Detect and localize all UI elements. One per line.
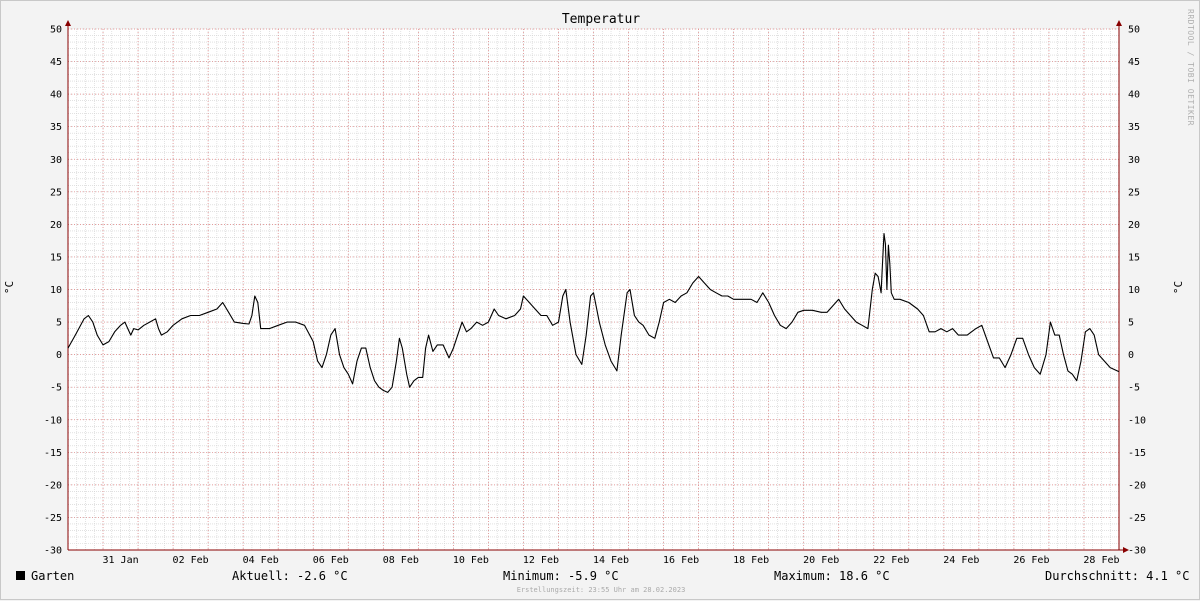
- y-tick-label-right: 15: [1128, 252, 1140, 263]
- y-tick-label-right: 35: [1128, 122, 1140, 133]
- x-tick-label: 06 Feb: [313, 555, 349, 566]
- x-tick-label: 28 Feb: [1083, 555, 1119, 566]
- x-tick-label: 02 Feb: [173, 555, 209, 566]
- y-axis-label-left: °C: [3, 280, 17, 295]
- x-tick-label: 16 Feb: [663, 555, 699, 566]
- x-tick-label: 26 Feb: [1013, 555, 1049, 566]
- y-tick-label-right: 45: [1128, 57, 1140, 68]
- x-tick-label: 24 Feb: [943, 555, 979, 566]
- y-axis-arrow-right: [1116, 20, 1122, 26]
- chart-frame: Temperatur 50 50 45 45 40 40 35 35 30 30 25 25 20 20 1…: [0, 0, 1200, 600]
- y-tick-label-right: 50: [1128, 25, 1140, 36]
- legend-minimum: Minimum: -5.9 °C: [503, 569, 619, 583]
- y-tick-label-left: 50: [50, 25, 62, 36]
- legend-current: Aktuell: -2.6 °C: [232, 569, 348, 583]
- x-tick-label: 14 Feb: [593, 555, 629, 566]
- y-tick-label-left: 45: [50, 57, 62, 68]
- x-tick-label: 20 Feb: [803, 555, 839, 566]
- legend-average: Durchschnitt: 4.1 °C: [1045, 569, 1190, 583]
- y-tick-label-left: -15: [44, 448, 62, 459]
- y-tick-label-right: 10: [1128, 285, 1140, 296]
- x-tick-label: 10 Feb: [453, 555, 489, 566]
- y-tick-label-left: -5: [50, 383, 62, 394]
- y-tick-label-right: 25: [1128, 187, 1140, 198]
- y-tick-label-left: 0: [56, 350, 62, 361]
- x-tick-label: 12 Feb: [523, 555, 559, 566]
- y-tick-label-left: 15: [50, 252, 62, 263]
- y-tick-label-left: -10: [44, 415, 62, 426]
- y-tick-label-left: 5: [56, 318, 62, 329]
- watermark: RRDTOOL / TOBI OETIKER: [1186, 9, 1195, 126]
- y-tick-label-left: -20: [44, 480, 62, 491]
- y-tick-label-left: 40: [50, 90, 62, 101]
- y-tick-label-left: -25: [44, 513, 62, 524]
- y-tick-label-right: -30: [1128, 546, 1146, 557]
- y-tick-label-right: -25: [1128, 513, 1146, 524]
- y-tick-label-right: -5: [1128, 383, 1140, 394]
- y-tick-label-left: -30: [44, 546, 62, 557]
- chart-canvas: 50 5045 4540 4035 3530 3025 2520 2015 1510 105 50 0…: [44, 20, 1146, 566]
- y-tick-label-right: 0: [1128, 350, 1134, 361]
- legend-series-name: Garten: [31, 569, 75, 583]
- y-tick-label-left: 35: [50, 122, 62, 133]
- y-tick-label-right: 40: [1128, 90, 1140, 101]
- x-tick-label: 08 Feb: [383, 555, 419, 566]
- creation-time: Erstellungszeit: 23:55 Uhr am 28.02.2023: [516, 586, 686, 594]
- x-tick-label: 04 Feb: [243, 555, 279, 566]
- x-tick-label: 18 Feb: [733, 555, 769, 566]
- y-tick-label-left: 30: [50, 155, 62, 166]
- y-tick-label-left: 20: [50, 220, 62, 231]
- y-axis-arrow-left: [65, 20, 71, 26]
- y-tick-label-right: 5: [1128, 318, 1134, 329]
- y-tick-label-right: 30: [1128, 155, 1140, 166]
- y-axis-label-right: °C: [1172, 280, 1186, 295]
- y-tick-label-right: -20: [1128, 480, 1146, 491]
- y-tick-label-right: -10: [1128, 415, 1146, 426]
- y-tick-label-left: 25: [50, 187, 62, 198]
- legend-swatch: [16, 571, 25, 580]
- y-tick-label-right: -15: [1128, 448, 1146, 459]
- x-tick-label: 31 Jan: [102, 555, 138, 566]
- legend-maximum: Maximum: 18.6 °C: [774, 569, 890, 583]
- y-tick-label-right: 20: [1128, 220, 1140, 231]
- y-tick-label-left: 10: [50, 285, 62, 296]
- x-tick-label: 22 Feb: [873, 555, 909, 566]
